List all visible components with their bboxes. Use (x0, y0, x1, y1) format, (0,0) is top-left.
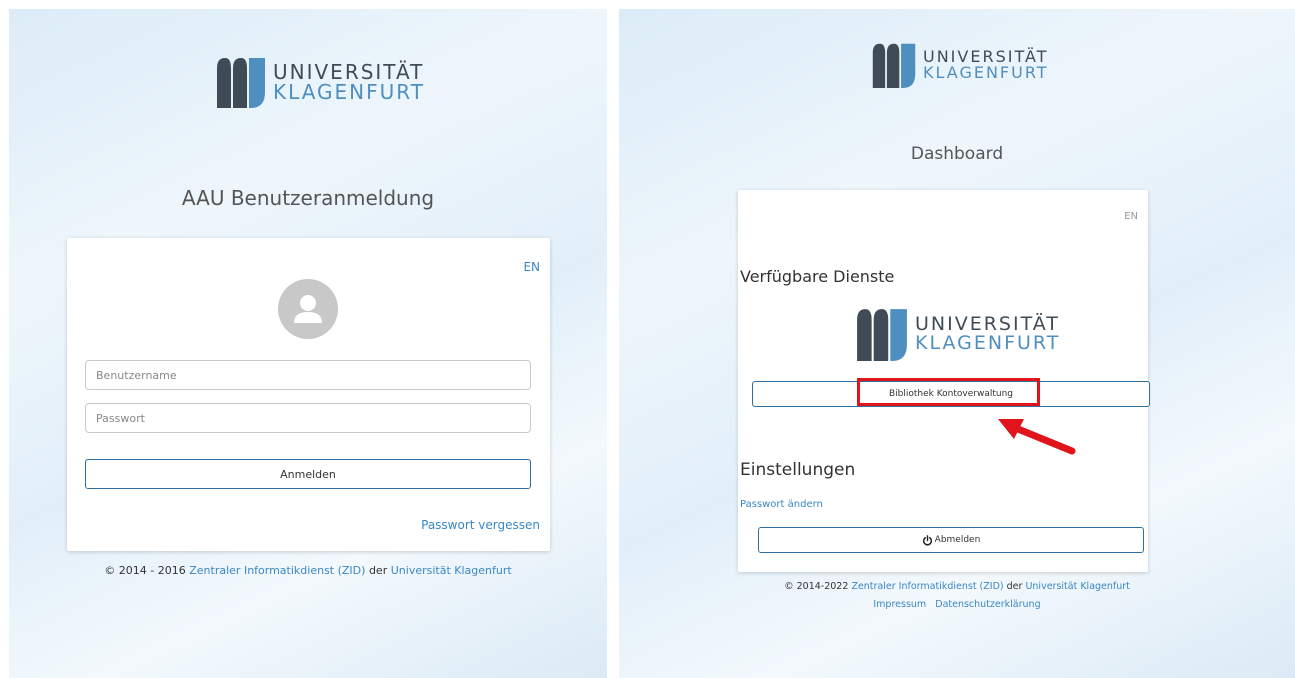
forgot-password-link[interactable]: Passwort vergessen (421, 518, 540, 532)
login-card: EN Benutzername Passwort Anmelden Passwo… (67, 238, 550, 551)
logo-text-line2: KLAGENFURT (273, 80, 425, 104)
university-logo: UNIVERSITÄT KLAGENFURT (871, 42, 1049, 88)
power-icon (922, 534, 932, 545)
dashboard-footer: © 2014-2022 Zentraler Informatikdienst (… (619, 581, 1295, 592)
services-heading: Verfügbare Dienste (740, 267, 895, 286)
logo-text-line1: UNIVERSITÄT (273, 60, 425, 84)
footer-zid-link[interactable]: Zentraler Informatikdienst (ZID) (851, 581, 1003, 592)
dashboard-card: EN Verfügbare Dienste UNIVERSITÄT KLAGEN… (738, 190, 1150, 572)
university-logo-icon (857, 309, 907, 361)
change-password-link[interactable]: Passwort ändern (740, 499, 823, 510)
user-avatar-icon (278, 279, 338, 339)
university-logo-icon (217, 58, 265, 108)
page-title: Dashboard (910, 144, 1004, 164)
footer-zid-link[interactable]: Zentraler Informatikdienst (ZID) (189, 564, 365, 577)
footer-copyright: © 2014 - 2016 (104, 564, 186, 577)
footer-der: der (368, 564, 388, 577)
footer-copyright: © 2014-2022 (784, 581, 849, 592)
settings-heading: Einstellungen (740, 460, 856, 480)
service-logo: UNIVERSITÄT KLAGENFURT (855, 307, 1060, 361)
password-input[interactable]: Passwort (85, 403, 531, 433)
login-button[interactable]: Anmelden (85, 459, 531, 489)
footer-university-link[interactable]: Universität Klagenfurt (1025, 581, 1129, 592)
privacy-link[interactable]: Datenschutzerklärung (935, 599, 1040, 610)
logout-label: Abmelden (934, 535, 981, 545)
arrow-icon (998, 419, 1076, 455)
language-switch-link[interactable]: EN (523, 260, 540, 274)
language-switch-link[interactable]: EN (1124, 211, 1138, 222)
logout-button[interactable]: Abmelden (758, 527, 1144, 553)
logo-text-line2: KLAGENFURT (923, 63, 1049, 82)
login-panel: UNIVERSITÄT KLAGENFURT AAU Benutzeranmel… (9, 9, 607, 678)
login-footer: © 2014 - 2016 Zentraler Informatikdienst… (9, 564, 607, 577)
university-logo-icon (872, 43, 916, 88)
footer-university-link[interactable]: Universität Klagenfurt (391, 564, 512, 577)
dashboard-panel: UNIVERSITÄT KLAGENFURT Dashboard EN Verf… (619, 9, 1295, 678)
impressum-link[interactable]: Impressum (873, 599, 926, 610)
page-title: AAU Benutzeranmeldung (181, 186, 435, 210)
university-logo: UNIVERSITÄT KLAGENFURT (215, 56, 425, 108)
footer-der: der (1006, 581, 1023, 592)
highlight-box (857, 378, 1040, 406)
logo-text-line2: KLAGENFURT (915, 332, 1061, 354)
dashboard-footer-links: Impressum Datenschutzerklärung (619, 599, 1295, 610)
username-input[interactable]: Benutzername (85, 360, 531, 390)
